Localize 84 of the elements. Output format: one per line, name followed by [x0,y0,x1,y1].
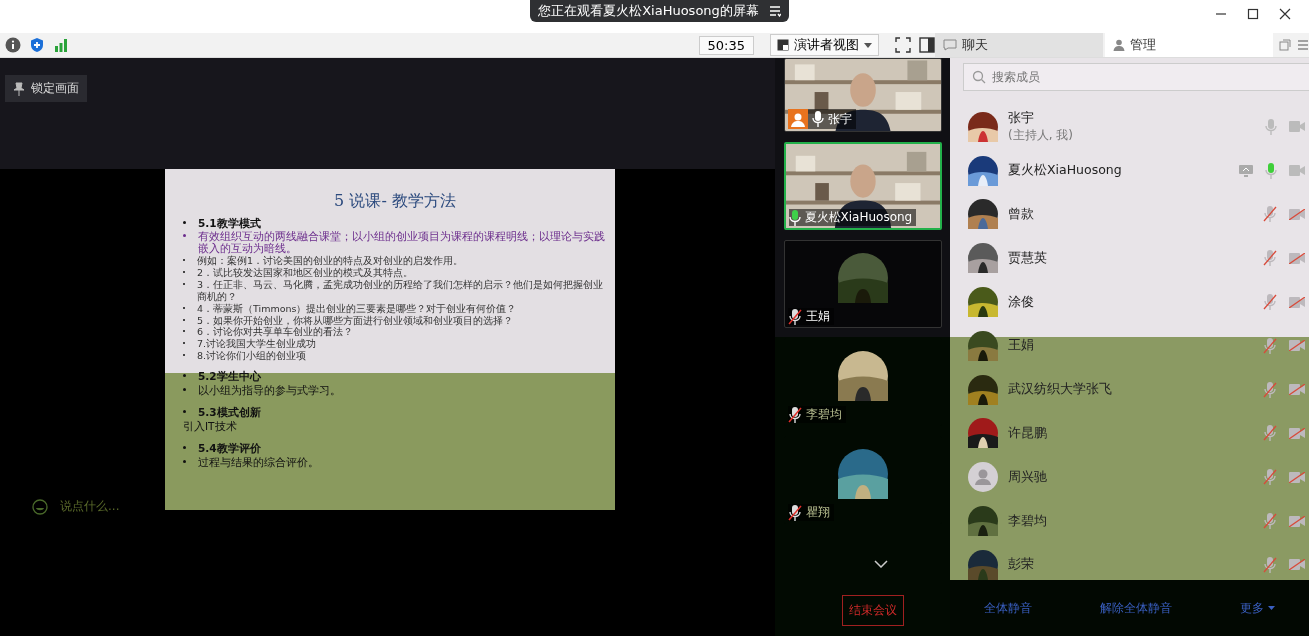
member-row[interactable]: 李碧均 [950,499,1309,543]
member-name: 曾款 [1008,206,1035,223]
lock-view-button[interactable]: 锁定画面 [5,75,87,102]
fullscreen-icon[interactable] [895,37,911,53]
member-action-button[interactable]: 解除全体静音 [1094,598,1178,618]
banner-text: 您正在观看夏火松XiaHuosong的屏幕 [538,2,759,20]
bullet-dot [183,388,186,392]
member-name: 李碧均 [1008,512,1048,530]
panel-tab[interactable]: 管理 [1105,33,1273,57]
bullet-dot [183,234,186,237]
default-avatar-icon [968,462,998,493]
member-name: 武汉纺织大学张飞 [1008,381,1113,399]
participant-name: 李碧均 [805,406,842,423]
member-row[interactable]: 张宇 (主持人, 我) [950,105,1309,149]
member-row[interactable]: 夏火松XiaHuosong [950,148,1309,193]
emoji-icon[interactable] [32,498,48,515]
chat-placeholder[interactable]: 说点什么... [60,498,120,515]
member-row[interactable]: 许昆鹏 [950,411,1309,456]
meeting-timer: 50:35 [698,35,754,55]
pin-icon [13,81,25,96]
bullet-dot [183,460,186,464]
slide-bullet: 有效组织互动的两线融合课堂；以小组的创业项目为课程的课程明线；以理论与实践嵌入的互动为暗线。 [198,231,606,256]
participant-name: 瞿翔 [805,504,830,521]
member-row[interactable]: 王娟 [950,324,1309,368]
member-name: 许昆鹏 [1008,424,1048,442]
member-action-button[interactable]: 更多 [1234,598,1281,618]
chevron-down-icon[interactable] [874,560,888,568]
search-field[interactable]: 搜索成员 [963,63,1309,91]
video-tile[interactable]: 夏火松XiaHuosong [783,142,942,230]
member-action-button[interactable]: 全体静音 [978,598,1038,618]
member-name: 王娟 [1008,337,1035,355]
end-meeting-button[interactable]: 结束会议 [842,595,904,626]
caret-icon [864,42,872,48]
member-name: 彭荣 [1008,556,1035,574]
bullet-dot [183,446,186,450]
slide-bullet: 2．试比较发达国家和地区创业的模式及其特点。 [197,267,414,279]
member-name: 周兴驰 [1008,468,1048,486]
member-row[interactable]: 曾款 [950,192,1309,237]
slide-bullet: 5.3模式创新 [198,406,261,421]
slide-bullet: 例如：案例1．讨论美国的创业的特点及对创业的启发作用。 [197,255,464,267]
slide-bullet: 5.1教学模式 [198,217,261,231]
participant-name: 夏火松XiaHuosong [804,209,913,226]
bullet-dot [183,410,186,414]
slide-bullet: 4．蒂蒙斯（Timmons）提出创业的三要素是哪些？对于创业有何价值？ [197,302,517,315]
slide-bullet: 3．任正非、马云、马化腾，孟宪成功创业的历程给了我们怎样的启示？他们是如何把握创业商机的？ [197,278,605,303]
info-icon[interactable] [5,37,21,53]
bullet-dot [183,374,186,378]
close-icon[interactable] [1279,8,1291,20]
member-name: 涂俊 [1008,293,1035,311]
slide-title: 5 说课- 教学方法 [333,191,457,212]
slide-bullet: 5.4教学评价 [198,442,261,457]
search-icon [972,70,986,84]
person-icon [1113,39,1125,51]
member-row[interactable]: 贾慧英 [950,236,1309,281]
member-name: 张宇 [1008,109,1035,127]
chat-icon [943,39,957,51]
member-row[interactable]: 涂俊 [950,280,1309,324]
signal-icon[interactable] [53,37,69,53]
slide-bullet: 5．如果你开始创业，你将从哪些方面进行创业领域和创业项目的选择？ [197,314,514,327]
video-tile[interactable]: 张宇 [783,58,942,132]
member-role: (主持人, 我) [1008,126,1074,144]
slide-bullet: 6．讨论你对共享单车创业的看法？ [197,326,354,338]
member-row[interactable]: 周兴驰 [950,455,1309,500]
video-tile[interactable]: 王娟 [783,240,942,328]
participant-name: 张宇 [827,110,852,128]
slide-bullet: 8.讨论你们小组的创业项 [197,350,307,363]
bullet-dot [183,221,186,224]
slide-text: 引入IT技术 [183,420,238,435]
member-row[interactable]: 武汉纺织大学张飞 [950,367,1309,412]
view-dropdown[interactable]: 演讲者视图 [770,34,879,56]
participant-name: 王娟 [805,308,830,325]
maximize-icon[interactable] [1247,8,1259,20]
shield-icon[interactable] [29,37,45,53]
panel-tab[interactable]: 聊天 [935,33,1103,57]
side-panel-icon[interactable] [919,37,935,53]
layout-icon [777,39,789,51]
member-name: 贾慧英 [1008,249,1048,267]
sharing-banner[interactable]: 您正在观看夏火松XiaHuosong的屏幕 [530,0,789,22]
slide-bullet: 7.讨论我国大学生创业成功 [197,338,317,350]
member-row[interactable]: 彭荣 [950,542,1309,580]
member-name: 夏火松XiaHuosong [1008,162,1123,180]
slide-bullet: 5.2学生中心 [198,370,261,385]
slide-bullet: 以小组为指导的参与式学习。 [198,384,341,399]
slide-bullet: 过程与结果的综合评价。 [198,456,319,471]
